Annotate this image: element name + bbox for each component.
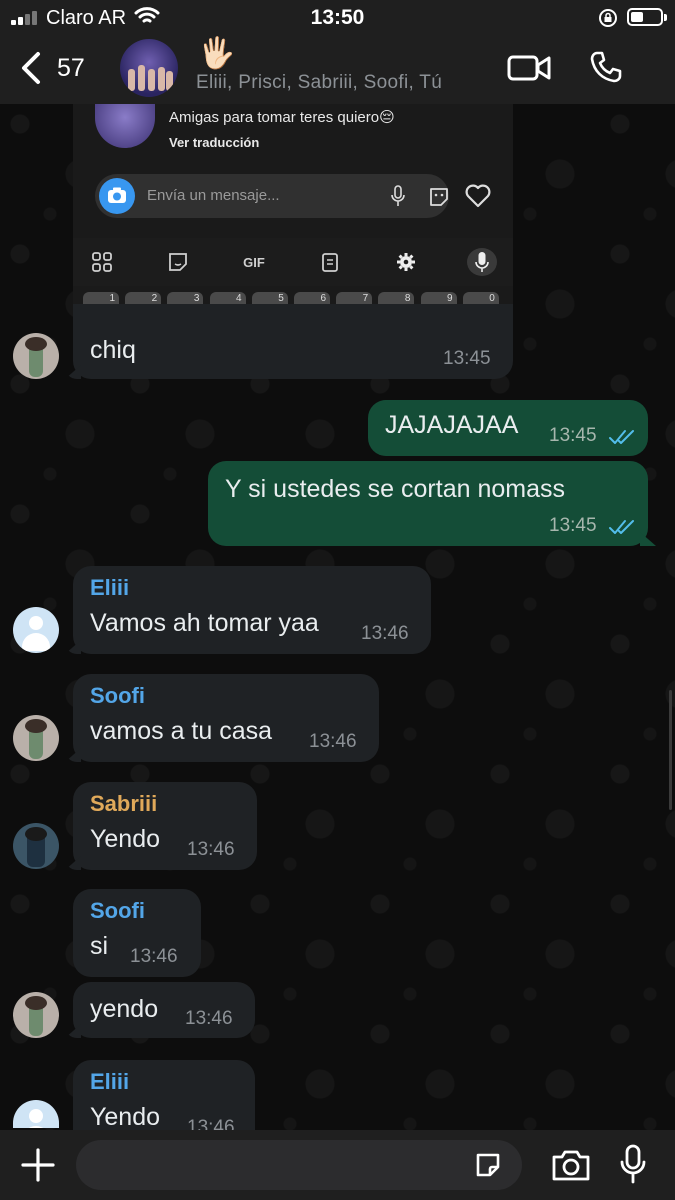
chat-header: 57 🖐🏻 Eliii, Prisci, Sabriii, Soofi, Tú — [0, 34, 675, 104]
message-time: 13:46 — [187, 1117, 235, 1130]
avatar[interactable] — [13, 607, 59, 653]
back-chevron-icon[interactable] — [18, 50, 46, 86]
message-text: Yendo — [90, 1103, 160, 1130]
read-receipt-icon — [609, 430, 634, 444]
message-text: JAJAJAJAA — [385, 411, 519, 439]
message-text: Yendo — [90, 825, 160, 853]
message-time: 13:45 — [443, 348, 491, 369]
composer-bar — [0, 1130, 675, 1200]
message-bubble[interactable]: Y si ustedes se cortan nomass 13:45 — [208, 461, 656, 546]
phone-call-icon[interactable] — [589, 50, 623, 84]
message-bubble[interactable]: yendo 13:46 — [65, 982, 255, 1038]
message-text: si — [90, 932, 109, 960]
avatar[interactable] — [13, 333, 59, 379]
sticker-icon[interactable] — [473, 1150, 503, 1180]
message-time: 13:46 — [185, 1008, 233, 1029]
sender-name[interactable]: Eliii — [90, 575, 129, 601]
message-time: 13:45 — [549, 515, 597, 536]
avatar[interactable] — [13, 823, 59, 869]
sender-name[interactable]: Soofi — [90, 898, 145, 924]
message-time: 13:46 — [361, 623, 409, 644]
message-text: yendo — [90, 995, 159, 1023]
message-bubble[interactable]: JAJAJAJAA 13:45 — [368, 400, 648, 456]
plus-icon[interactable] — [20, 1147, 56, 1183]
message-text: Y si ustedes se cortan nomass — [225, 475, 565, 503]
message-bubble[interactable]: chiq 13:45 — [65, 104, 513, 379]
group-title[interactable]: 🖐🏻 — [198, 38, 235, 70]
message-bubble[interactable]: Eliii Yendo 13:46 — [73, 1060, 255, 1130]
sender-name[interactable]: Eliii — [90, 1069, 129, 1095]
video-call-icon[interactable] — [507, 54, 551, 82]
message-text: vamos a tu casa — [90, 717, 273, 745]
message-time: 13:45 — [549, 425, 597, 446]
message-bubble[interactable]: Soofi vamos a tu casa 13:46 — [65, 674, 379, 762]
battery-icon — [627, 8, 667, 26]
avatar[interactable] — [13, 715, 59, 761]
message-bubble[interactable]: Sabriii Yendo 13:46 — [65, 782, 257, 870]
message-input[interactable] — [76, 1140, 522, 1190]
status-bar: Claro AR 13:50 — [0, 0, 675, 34]
avatar[interactable] — [13, 992, 59, 1038]
message-time: 13:46 — [130, 946, 178, 967]
camera-icon[interactable] — [551, 1148, 591, 1182]
message-time: 13:46 — [187, 839, 235, 860]
message-bubble[interactable]: Eliii Vamos ah tomar yaa 13:46 — [65, 566, 431, 654]
unread-count[interactable]: 57 — [57, 54, 85, 83]
group-members[interactable]: Eliii, Prisci, Sabriii, Soofi, Tú — [196, 72, 442, 94]
microphone-icon[interactable] — [620, 1144, 646, 1184]
sender-name[interactable]: Soofi — [90, 683, 145, 709]
message-bubble[interactable]: Soofi si 13:46 — [73, 889, 201, 977]
message-text: chiq — [90, 336, 136, 364]
scroll-indicator — [669, 690, 672, 810]
rotation-lock-icon — [599, 9, 617, 27]
message-text: Vamos ah tomar yaa — [90, 609, 319, 637]
read-receipt-icon — [609, 520, 634, 534]
message-time: 13:46 — [309, 731, 357, 752]
status-time: 13:50 — [310, 6, 365, 29]
sender-name[interactable]: Sabriii — [90, 791, 157, 817]
group-avatar[interactable] — [120, 39, 178, 97]
